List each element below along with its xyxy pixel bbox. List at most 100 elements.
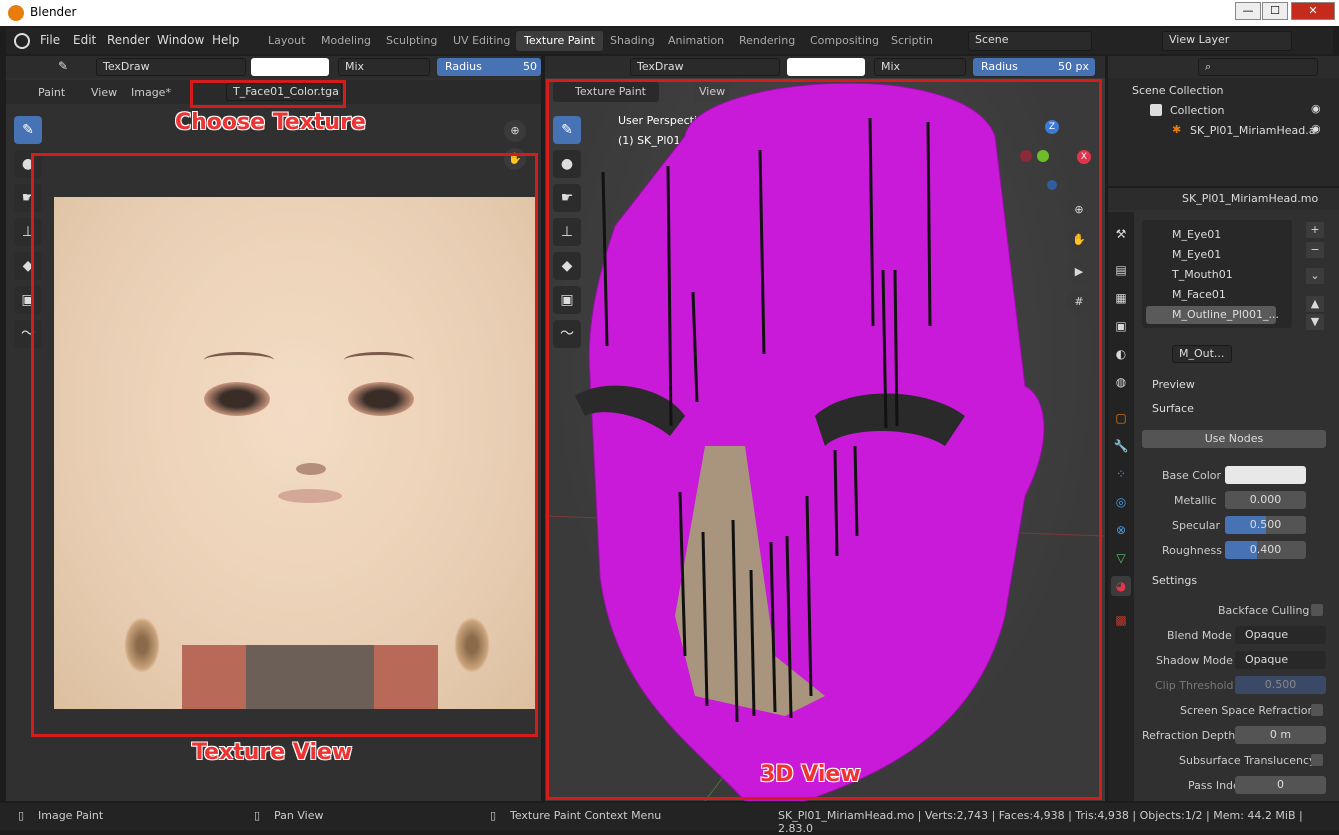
collection-checkbox[interactable]	[1150, 104, 1162, 116]
mode-paint[interactable]: Paint	[38, 86, 65, 99]
remove-slot-button[interactable]: −	[1306, 242, 1324, 258]
radius-slider[interactable]: Radius 50	[437, 58, 541, 76]
armature-icon: ✱	[1172, 123, 1182, 136]
outliner-scene-collection[interactable]: Scene Collection	[1132, 84, 1223, 97]
texture-tab-icon[interactable]: ▩	[1111, 610, 1131, 630]
scene-field[interactable]: Scene	[968, 31, 1092, 51]
object-tab-icon[interactable]: ▢	[1111, 408, 1131, 428]
mouse-right-icon: ▯	[490, 809, 497, 822]
data-tab-icon[interactable]: ▽	[1111, 548, 1131, 568]
refraction-depth-field[interactable]: 0 m	[1235, 726, 1326, 744]
blend-value: Mix	[345, 60, 365, 73]
properties-tabs: ⚒ ▤ ▦ ▣ ◐ ◍ ▢ 🔧 ⁘ ◎ ⊗ ▽ ◕ ▩	[1108, 212, 1134, 801]
list-item-selected[interactable]: M_Outline_Pl001_...	[1146, 306, 1279, 324]
base-color-label: Base Color	[1162, 469, 1222, 482]
blend-mode-select[interactable]: Opaque	[1235, 626, 1326, 644]
list-item[interactable]: M_Eye01	[1172, 248, 1221, 261]
blend-select[interactable]: Mix	[338, 58, 430, 76]
tab-layout[interactable]: Layout	[260, 31, 313, 51]
scene-name: Scene	[975, 33, 1009, 46]
clip-threshold-slider[interactable]: 0.500	[1235, 676, 1326, 694]
tab-sculpting[interactable]: Sculpting	[378, 31, 445, 51]
sss-checkbox[interactable]	[1311, 754, 1323, 766]
menu-help[interactable]: Help	[212, 33, 239, 47]
preview-panel-header[interactable]: Preview	[1152, 378, 1195, 391]
ssr-checkbox[interactable]	[1311, 704, 1323, 716]
list-item[interactable]: T_Mouth01	[1172, 268, 1233, 281]
backface-checkbox[interactable]	[1311, 604, 1323, 616]
shadow-mode-select[interactable]: Opaque	[1235, 651, 1326, 669]
settings-panel-header[interactable]: Settings	[1152, 574, 1197, 587]
tab-uv-editing[interactable]: UV Editing	[445, 31, 518, 51]
minimize-button[interactable]: —	[1235, 2, 1261, 20]
ssr-label: Screen Space Refraction	[1180, 704, 1315, 717]
chevron-down-icon[interactable]: ⌄	[1306, 268, 1324, 284]
world-tab-icon[interactable]: ◍	[1111, 372, 1131, 392]
outliner-collection[interactable]: Collection	[1170, 104, 1224, 117]
view-layer-field[interactable]: View Layer	[1162, 31, 1292, 51]
render-tab-icon[interactable]: ▤	[1111, 260, 1131, 280]
menu-render[interactable]: Render	[107, 33, 150, 47]
outliner-header: ⌕	[1108, 56, 1339, 78]
specular-slider[interactable]: 0.500	[1225, 516, 1306, 534]
zoom-icon[interactable]: ⊕	[504, 120, 526, 142]
roughness-label: Roughness	[1162, 544, 1223, 557]
tab-texture-paint[interactable]: Texture Paint	[516, 31, 603, 51]
material-select[interactable]: M_Out...	[1172, 345, 1232, 363]
surface-panel-header[interactable]: Surface	[1152, 402, 1194, 415]
properties-object-name: SK_Pl01_MiriamHead.mo	[1182, 192, 1319, 205]
move-down-button[interactable]: ▼	[1306, 314, 1324, 330]
constraints-tab-icon[interactable]: ⊗	[1111, 520, 1131, 540]
tab-animation[interactable]: Animation	[660, 31, 732, 51]
choose-texture-highlight	[190, 80, 346, 108]
window-title: Blender	[30, 5, 77, 19]
shadow-mode-label: Shadow Mode	[1156, 654, 1233, 667]
blender-menu-icon[interactable]	[14, 33, 30, 49]
brush-field[interactable]: TexDraw	[96, 58, 246, 76]
brush-name: TexDraw	[103, 60, 150, 73]
tool-tab-icon[interactable]: ⚒	[1111, 224, 1131, 244]
physics-tab-icon[interactable]: ◎	[1111, 492, 1131, 512]
refraction-depth-value: 0 m	[1269, 728, 1292, 741]
menu-image[interactable]: Image*	[131, 86, 171, 99]
visibility-eye-icon[interactable]: ◉	[1311, 102, 1321, 115]
outliner-object[interactable]: SK_Pl01_MiriamHead.a	[1190, 124, 1315, 137]
outliner-search-input[interactable]: ⌕	[1198, 58, 1318, 76]
tab-modeling[interactable]: Modeling	[313, 31, 379, 51]
tab-compositing[interactable]: Compositing	[802, 31, 887, 51]
menu-view[interactable]: View	[91, 86, 117, 99]
roughness-value: 0.400	[1249, 543, 1282, 556]
list-item[interactable]: M_Face01	[1172, 288, 1226, 301]
list-item[interactable]: M_Eye01	[1172, 228, 1221, 241]
image-editor-tool-header: ✎ TexDraw Mix Radius 50	[6, 56, 541, 78]
modifier-tab-icon[interactable]: 🔧	[1111, 436, 1131, 456]
output-tab-icon[interactable]: ▦	[1111, 288, 1131, 308]
status-left: Image Paint	[38, 809, 104, 822]
base-color-swatch[interactable]	[1225, 466, 1306, 484]
specular-value: 0.500	[1249, 518, 1282, 531]
use-nodes-button[interactable]: Use Nodes	[1142, 430, 1326, 448]
metallic-slider[interactable]: 0.000	[1225, 491, 1306, 509]
refraction-depth-label: Refraction Depth	[1142, 729, 1236, 742]
texture-view-label: Texture View	[192, 740, 353, 765]
menu-edit[interactable]: Edit	[73, 33, 96, 47]
close-button[interactable]: ✕	[1291, 2, 1335, 20]
pass-index-field[interactable]: 0	[1235, 776, 1326, 794]
material-tab-icon[interactable]: ◕	[1111, 576, 1131, 596]
object-visibility-eye-icon[interactable]: ◉	[1311, 122, 1321, 135]
add-slot-button[interactable]: +	[1306, 222, 1324, 238]
view-layer-tab-icon[interactable]: ▣	[1111, 316, 1131, 336]
scene-tab-icon[interactable]: ◐	[1111, 344, 1131, 364]
draw-tool-icon[interactable]: ✎	[14, 116, 42, 144]
menu-window[interactable]: Window	[157, 33, 204, 47]
tab-rendering[interactable]: Rendering	[731, 31, 803, 51]
brush-color-swatch[interactable]	[251, 58, 329, 76]
maximize-button[interactable]: ☐	[1262, 2, 1288, 20]
tab-scripting[interactable]: Scriptin	[883, 31, 941, 51]
menu-file[interactable]: File	[40, 33, 60, 47]
tab-shading[interactable]: Shading	[602, 31, 663, 51]
roughness-slider[interactable]: 0.400	[1225, 541, 1306, 559]
move-up-button[interactable]: ▲	[1306, 296, 1324, 312]
brush-icon: ✎	[58, 59, 69, 73]
particles-tab-icon[interactable]: ⁘	[1111, 464, 1131, 484]
